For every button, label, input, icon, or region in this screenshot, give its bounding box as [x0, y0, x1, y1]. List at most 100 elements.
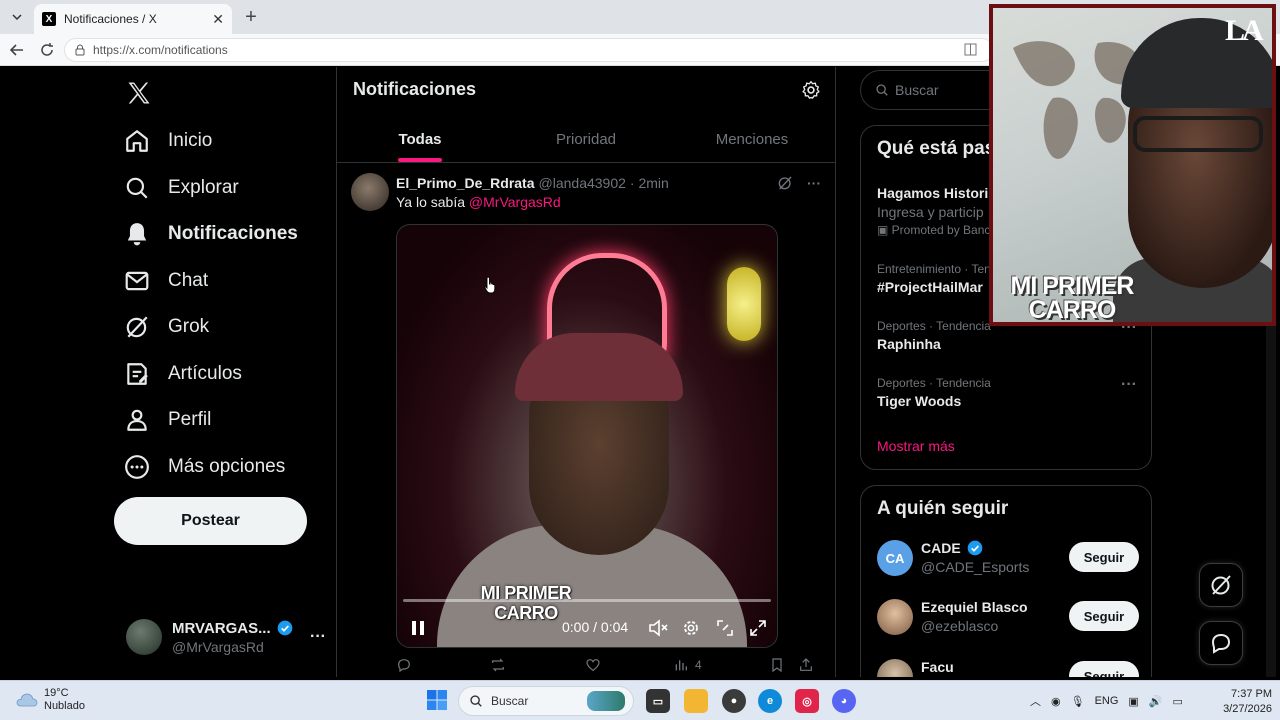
gear-icon[interactable]: [801, 80, 821, 100]
sidebar-item-perfil[interactable]: Perfil: [124, 402, 211, 438]
sidebar-item-chat[interactable]: Chat: [124, 263, 208, 299]
pip-icon[interactable]: [714, 617, 736, 639]
bookmark-button[interactable]: [769, 657, 785, 673]
volume-icon[interactable]: 🔊: [1149, 695, 1163, 708]
like-button[interactable]: [585, 657, 601, 673]
follow-suggestion[interactable]: Facu Seguir: [877, 659, 1139, 677]
weather-temperature: 19°C: [44, 687, 69, 699]
weather-widget[interactable]: 19°C Nublado: [16, 687, 85, 713]
x-logo-icon[interactable]: [125, 79, 153, 107]
tab-todas[interactable]: Todas: [337, 117, 503, 162]
left-sidebar: Inicio Explorar Notificaciones Chat Grok…: [4, 67, 336, 677]
search-icon: [876, 84, 888, 96]
settings-gear-icon[interactable]: [680, 617, 702, 639]
trend-context: Deportes · Tendencia: [877, 376, 991, 390]
repost-button[interactable]: [490, 657, 506, 673]
obs-icon[interactable]: ●: [722, 689, 746, 713]
mute-icon[interactable]: [647, 617, 669, 639]
account-switcher[interactable]: MRVARGAS... @MrVargasRd ···: [126, 615, 326, 659]
sidebar-item-articulos[interactable]: Artículos: [124, 356, 242, 392]
pause-icon[interactable]: [407, 617, 429, 639]
refresh-icon[interactable]: [36, 39, 58, 61]
trend-item[interactable]: Deportes · Tendencia Tiger Woods ···: [877, 376, 1137, 409]
tweet-mention[interactable]: @MrVargasRd: [469, 194, 561, 210]
bookmark-icon: [772, 658, 782, 673]
avatar[interactable]: [877, 659, 913, 677]
tab-menciones[interactable]: Menciones: [669, 117, 835, 162]
new-tab-button[interactable]: +: [240, 6, 262, 28]
split-screen-icon[interactable]: [964, 43, 977, 59]
back-arrow-icon[interactable]: [6, 39, 28, 61]
browser-tab[interactable]: X Notificaciones / X ✕: [34, 4, 232, 34]
taskbar-search-input[interactable]: Buscar: [458, 686, 634, 716]
edge-browser-icon[interactable]: e: [758, 689, 782, 713]
fullscreen-icon[interactable]: [747, 617, 769, 639]
tab-list-chevron-icon[interactable]: [6, 6, 28, 28]
tweet-time[interactable]: · 2min: [630, 175, 669, 191]
follow-button[interactable]: Seguir: [1069, 661, 1139, 677]
grok-fab-button[interactable]: [1199, 563, 1243, 607]
svg-text:CA: CA: [886, 551, 905, 566]
reply-button[interactable]: [396, 657, 412, 673]
sidebar-item-explorar[interactable]: Explorar: [124, 170, 239, 206]
sidebar-item-mas-opciones[interactable]: Más opciones: [124, 449, 285, 485]
reply-icon: [398, 659, 410, 673]
tab-close-icon[interactable]: ✕: [212, 11, 224, 28]
share-button[interactable]: [798, 657, 814, 673]
tweet-author-name[interactable]: El_Primo_De_Rdrata: [396, 175, 535, 191]
follow-suggestion[interactable]: CA CADE @CADE_Esports Seguir: [877, 540, 1139, 580]
clock-time: 7:37 PM: [1231, 688, 1272, 700]
video-progress-bar[interactable]: [403, 599, 771, 602]
grok-icon[interactable]: [777, 175, 793, 191]
discord-icon[interactable]: ◕: [832, 689, 856, 713]
trend-more-icon[interactable]: ···: [1121, 376, 1137, 394]
sidebar-item-grok[interactable]: Grok: [124, 309, 209, 345]
post-button[interactable]: Postear: [114, 497, 307, 545]
taskbar-clock[interactable]: 7:37 PM 3/27/2026: [1220, 687, 1272, 717]
account-handle: @MrVargasRd: [172, 638, 264, 655]
video-time: 0:00 / 0:04: [562, 619, 629, 635]
follow-name[interactable]: CADE: [921, 540, 961, 556]
windows-start-icon[interactable]: [426, 689, 448, 711]
app-icon-red[interactable]: ◎: [795, 689, 819, 713]
avatar[interactable]: [351, 173, 389, 211]
sidebar-item-label: Grok: [168, 316, 210, 337]
address-bar[interactable]: https://x.com/notifications: [64, 38, 994, 62]
follow-button[interactable]: Seguir: [1069, 542, 1139, 572]
follow-name[interactable]: Ezequiel Blasco: [921, 599, 1028, 615]
network-icon[interactable]: ▣: [1128, 695, 1138, 708]
language-indicator[interactable]: ENG: [1095, 695, 1119, 707]
avatar[interactable]: [877, 599, 913, 635]
messages-fab-button[interactable]: [1199, 621, 1243, 665]
hand-cursor-icon: [484, 276, 496, 294]
follow-suggestion[interactable]: Ezequiel Blasco @ezeblasco Seguir: [877, 599, 1139, 639]
chevron-up-icon[interactable]: ︿: [1030, 693, 1041, 709]
follow-button[interactable]: Seguir: [1069, 601, 1139, 631]
show-more-link[interactable]: Mostrar más: [877, 438, 955, 454]
site-info-icon[interactable]: [73, 43, 87, 57]
search-highlight-icon: [587, 691, 625, 711]
microphone-icon[interactable]: 🎙: [1071, 695, 1085, 708]
sidebar-item-inicio[interactable]: Inicio: [124, 123, 212, 159]
tweet-video[interactable]: MI PRIMER CARRO 0:00 / 0:04: [396, 224, 778, 648]
sidebar-item-notificaciones[interactable]: Notificaciones: [124, 216, 298, 252]
url-text: https://x.com/notifications: [93, 43, 228, 57]
video-controls: 0:00 / 0:04: [397, 613, 777, 643]
who-to-follow-panel: A quién seguir CA CADE @CADE_Esports Seg…: [860, 485, 1152, 677]
account-more-icon[interactable]: ···: [310, 628, 326, 646]
file-explorer-icon[interactable]: [684, 689, 708, 713]
follow-name[interactable]: Facu: [921, 659, 954, 675]
views-button[interactable]: 4: [673, 657, 702, 673]
battery-icon[interactable]: ▭: [1173, 695, 1183, 708]
home-icon: [126, 130, 148, 152]
task-view-icon[interactable]: ▭: [646, 689, 670, 713]
tray-app-icon[interactable]: ◉: [1051, 695, 1061, 708]
tweet[interactable]: El_Primo_De_Rdrata @landa43902 · 2min ··…: [337, 163, 835, 677]
trend-promoted-text: Promoted by Banc: [891, 223, 991, 237]
follow-name-row: Facu: [921, 659, 954, 675]
avatar[interactable]: CA: [877, 540, 913, 576]
tab-prioridad[interactable]: Prioridad: [503, 117, 669, 162]
tweet-author-handle[interactable]: @landa43902: [539, 175, 626, 191]
tweet-more-icon[interactable]: ···: [807, 175, 821, 191]
webcam-person-glasses: [1133, 116, 1263, 152]
